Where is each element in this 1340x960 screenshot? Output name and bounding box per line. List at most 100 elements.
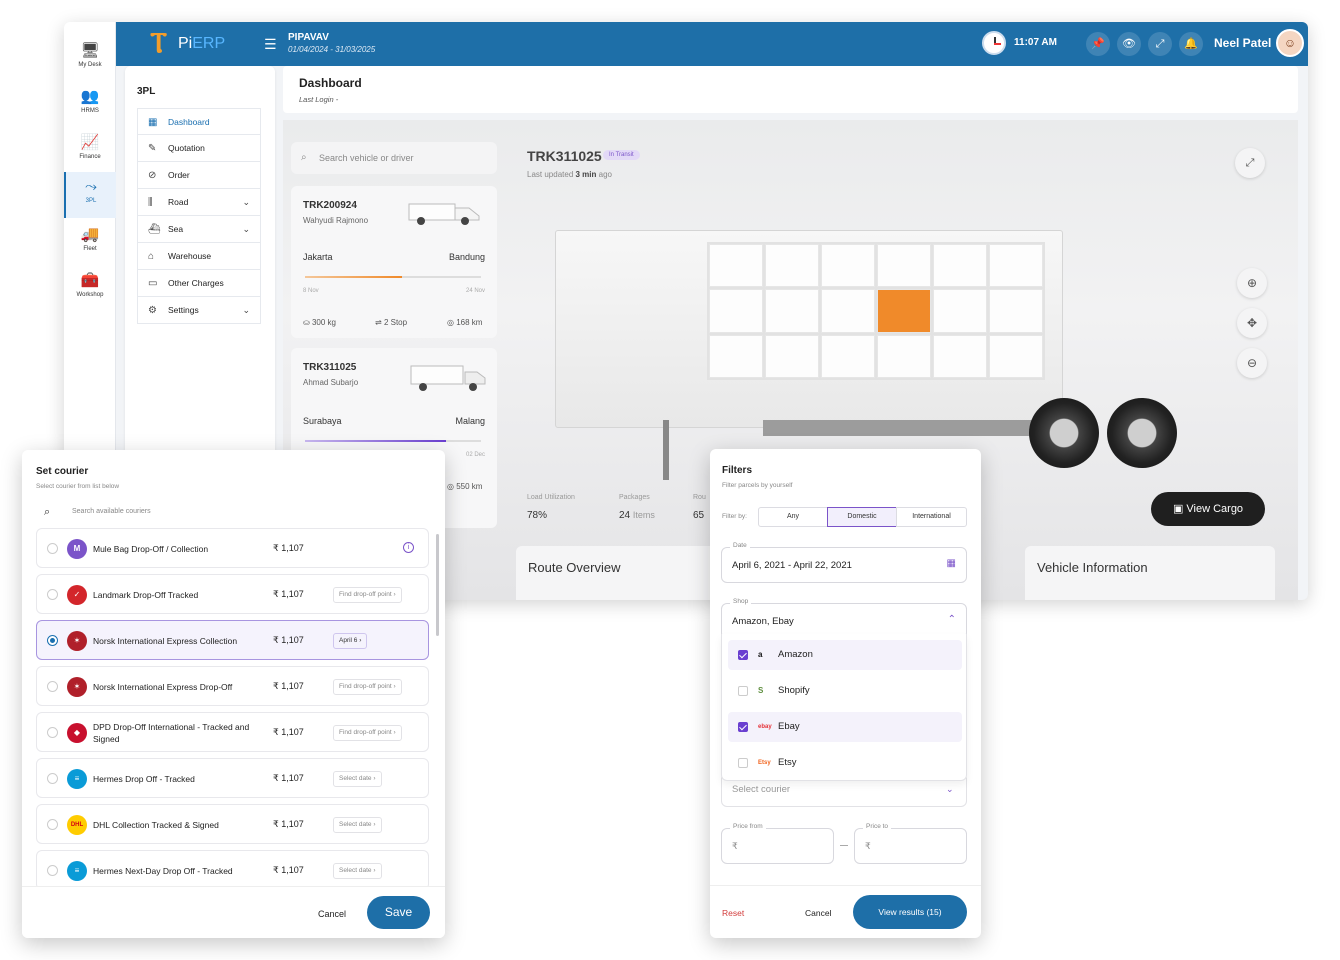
- courier-option[interactable]: ✓ Landmark Drop-Off Tracked ₹ 1,107 Find dr…: [36, 574, 429, 614]
- courier-option[interactable]: DHL DHL Collection Tracked & Signed ₹ 1,10…: [36, 804, 429, 844]
- cargo-slot[interactable]: [877, 244, 931, 288]
- cargo-slot[interactable]: [877, 334, 931, 378]
- courier-action-button[interactable]: Select date ›: [333, 817, 382, 833]
- dialog-title: Set courier: [36, 466, 89, 477]
- cargo-slot[interactable]: [765, 334, 819, 378]
- segment-international[interactable]: International: [896, 507, 967, 527]
- courier-action-button[interactable]: Find drop-off point ›: [333, 679, 402, 695]
- move-icon[interactable]: ✥: [1237, 308, 1267, 338]
- courier-option[interactable]: M Mule Bag Drop-Off / Collection ₹ 1,107 i: [36, 528, 429, 568]
- checkbox[interactable]: [738, 686, 748, 696]
- route-progress-fill: [305, 440, 446, 442]
- shop-option[interactable]: S Shopify: [728, 676, 962, 706]
- view-cargo-button[interactable]: ▣ View Cargo: [1151, 492, 1265, 526]
- radio-button[interactable]: [47, 865, 58, 876]
- save-button[interactable]: Save: [367, 896, 430, 929]
- wheel: [1107, 398, 1177, 468]
- cargo-slot-selected[interactable]: [877, 289, 931, 333]
- module-fleet[interactable]: 🚚 Fleet: [64, 220, 116, 264]
- checkbox[interactable]: [738, 650, 748, 660]
- cargo-slot[interactable]: [765, 244, 819, 288]
- settings-icon: ⚙: [148, 305, 157, 316]
- cancel-button[interactable]: Cancel: [318, 909, 346, 919]
- fullscreen-icon[interactable]: ⤢: [1148, 32, 1172, 56]
- zoom-in-icon[interactable]: ⊕: [1237, 268, 1267, 298]
- menu-item-quotation[interactable]: ✎ Quotation: [137, 135, 261, 162]
- app-logo[interactable]: Ⲧ PiERP: [150, 28, 230, 58]
- courier-action-button[interactable]: Select date ›: [333, 863, 382, 879]
- cargo-slot[interactable]: [709, 244, 763, 288]
- view-results-button[interactable]: View results (15): [853, 895, 967, 929]
- hamburger-menu-icon[interactable]: ☰: [264, 36, 277, 53]
- menu-item-order[interactable]: ⊘ Order: [137, 162, 261, 189]
- cargo-slot[interactable]: [709, 289, 763, 333]
- courier-option[interactable]: ≡ Hermes Drop Off - Tracked ₹ 1,107 Select …: [36, 758, 429, 798]
- menu-item-sea[interactable]: ⛴ Sea ⌄: [137, 216, 261, 243]
- expand-icon[interactable]: ⤢: [1235, 148, 1265, 178]
- scrollbar[interactable]: [436, 534, 439, 636]
- courier-option[interactable]: ✶ Norsk International Express Collection ₹…: [36, 620, 429, 660]
- cancel-button[interactable]: Cancel: [805, 908, 831, 918]
- info-icon[interactable]: i: [403, 542, 414, 553]
- avatar[interactable]: ☺: [1276, 29, 1304, 57]
- cargo-slot[interactable]: [933, 244, 987, 288]
- menu-item-dashboard[interactable]: ▦ Dashboard: [137, 108, 261, 135]
- courier-option[interactable]: ≡ Hermes Next-Day Drop Off - Tracked ₹ 1,1…: [36, 850, 429, 886]
- radio-button[interactable]: [47, 589, 58, 600]
- price-to-input[interactable]: Price to ₹: [854, 823, 967, 864]
- checkbox[interactable]: [738, 722, 748, 732]
- reset-button[interactable]: Reset: [722, 908, 744, 918]
- cargo-slot[interactable]: [821, 289, 875, 333]
- tracking-card[interactable]: TRK200924 Wahyudi Rajmono Jakarta Bandun…: [291, 186, 497, 338]
- radio-button[interactable]: [47, 727, 58, 738]
- chart-icon: 📈: [80, 134, 100, 151]
- menu-item-other-charges[interactable]: ▭ Other Charges: [137, 270, 261, 297]
- radio-button[interactable]: [47, 681, 58, 692]
- radio-button[interactable]: [47, 635, 58, 646]
- cargo-slot[interactable]: [989, 334, 1043, 378]
- cargo-slot[interactable]: [933, 289, 987, 333]
- vehicle-info-card[interactable]: Vehicle Information: [1025, 546, 1275, 600]
- menu-item-warehouse[interactable]: ⌂ Warehouse: [137, 243, 261, 270]
- eye-icon[interactable]: 👁: [1117, 32, 1141, 56]
- checkbox[interactable]: [738, 758, 748, 768]
- module-my-desk[interactable]: 🖥 My Desk: [64, 36, 116, 80]
- module-3pl[interactable]: ⤳ 3PL: [64, 172, 116, 218]
- cargo-slot[interactable]: [821, 334, 875, 378]
- menu-item-road[interactable]: ⫼ Road ⌄: [137, 189, 261, 216]
- courier-action-button[interactable]: April 6 ›: [333, 633, 368, 649]
- cargo-slot[interactable]: [821, 244, 875, 288]
- shop-option[interactable]: ebay Ebay: [728, 712, 962, 742]
- segment-any[interactable]: Any: [758, 507, 828, 527]
- radio-button[interactable]: [47, 773, 58, 784]
- radio-button[interactable]: [47, 543, 58, 554]
- segment-domestic[interactable]: Domestic: [827, 507, 897, 527]
- courier-option[interactable]: ✶ Norsk International Express Drop-Off ₹ 1…: [36, 666, 429, 706]
- cargo-slot[interactable]: [933, 334, 987, 378]
- courier-logo-icon: ≡: [67, 861, 87, 881]
- cargo-slot[interactable]: [989, 244, 1043, 288]
- courier-action-button[interactable]: Find drop-off point ›: [333, 587, 402, 603]
- courier-option[interactable]: ◆ DPD Drop-Off International - Tracked an…: [36, 712, 429, 752]
- company-name[interactable]: PIPAVAV: [288, 32, 329, 43]
- courier-search-input[interactable]: Search available couriers: [72, 508, 151, 515]
- menu-item-settings[interactable]: ⚙ Settings ⌄: [137, 297, 261, 324]
- date-range-field[interactable]: Date April 6, 2021 - April 22, 2021 ▦: [721, 542, 967, 583]
- pin-icon[interactable]: 📌: [1086, 32, 1110, 56]
- cargo-slot[interactable]: [765, 289, 819, 333]
- shop-option[interactable]: a Amazon: [728, 640, 962, 670]
- module-hrms[interactable]: 👥 HRMS: [64, 82, 116, 126]
- courier-action-button[interactable]: Select date ›: [333, 771, 382, 787]
- shop-option[interactable]: Etsy Etsy: [728, 748, 962, 778]
- radio-button[interactable]: [47, 819, 58, 830]
- vehicle-search-input[interactable]: ⌕ Search vehicle or driver: [291, 142, 497, 174]
- cargo-slot[interactable]: [709, 334, 763, 378]
- zoom-out-icon[interactable]: ⊖: [1237, 348, 1267, 378]
- price-from-input[interactable]: Price from ₹: [721, 823, 834, 864]
- bell-icon[interactable]: 🔔: [1179, 32, 1203, 56]
- cargo-slot[interactable]: [989, 289, 1043, 333]
- module-finance[interactable]: 📈 Finance: [64, 128, 116, 172]
- module-workshop[interactable]: 🧰 Workshop: [64, 266, 116, 310]
- courier-action-button[interactable]: Find drop-off point ›: [333, 725, 402, 741]
- user-name[interactable]: Neel Patel: [1214, 36, 1271, 50]
